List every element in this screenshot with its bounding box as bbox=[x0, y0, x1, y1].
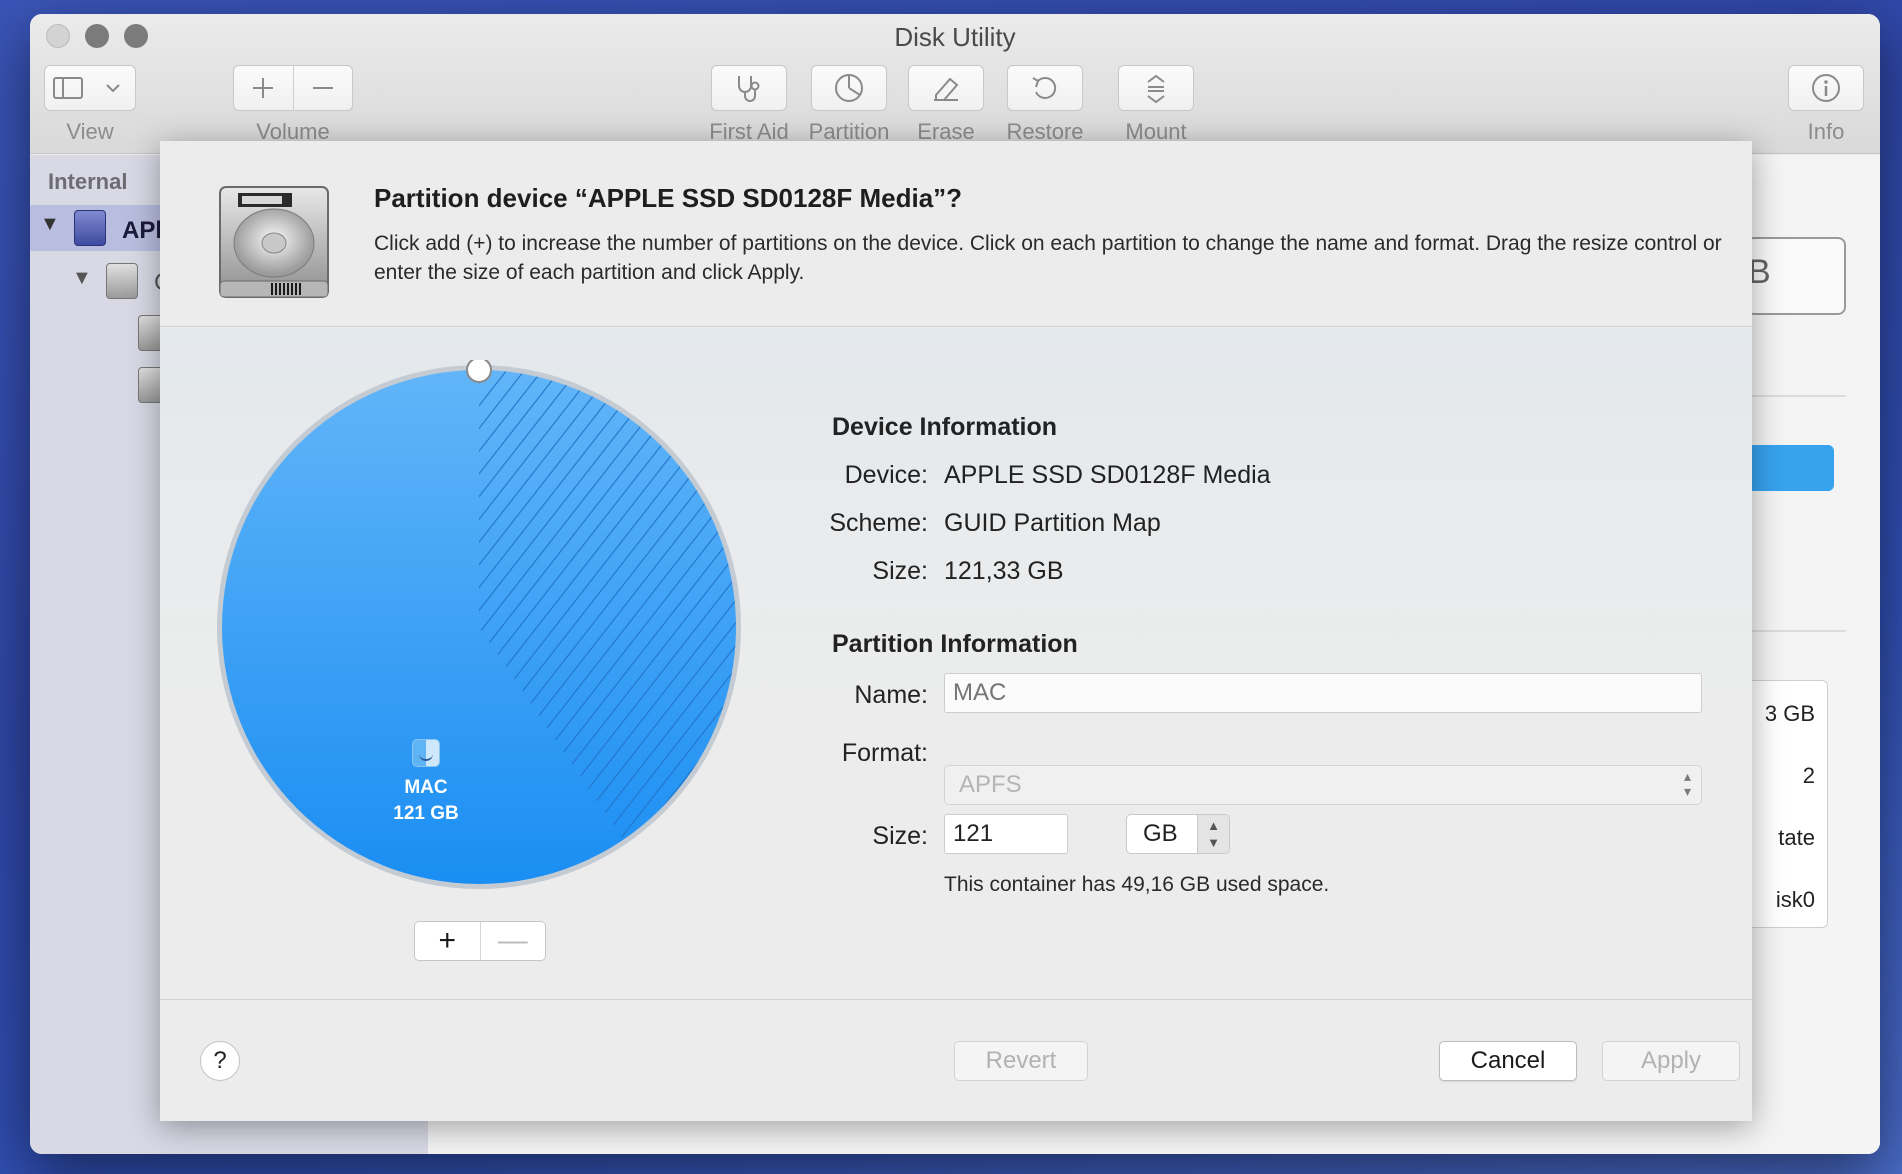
info-card-value: tate bbox=[1778, 825, 1815, 850]
scheme-value: GUID Partition Map bbox=[944, 509, 1161, 537]
device-info-heading: Device Information bbox=[832, 413, 1058, 441]
info-icon bbox=[1812, 74, 1840, 102]
container-icon bbox=[106, 263, 138, 299]
divider bbox=[1746, 395, 1846, 397]
info-button[interactable] bbox=[1788, 65, 1864, 111]
info-group: Info bbox=[1786, 65, 1866, 145]
stethoscope-icon bbox=[738, 76, 760, 102]
hard-drive-icon bbox=[219, 186, 329, 298]
view-button[interactable] bbox=[44, 65, 136, 111]
pie-partition-label: MAC 121 GB bbox=[358, 739, 494, 827]
used-space-note: This container has 49,16 GB used space. bbox=[944, 873, 1330, 896]
erase-button[interactable] bbox=[908, 65, 984, 111]
view-label: View bbox=[66, 119, 114, 144]
partition-group: Partition bbox=[794, 65, 904, 145]
sheet-header: Partition device “APPLE SSD SD0128F Medi… bbox=[160, 141, 1752, 327]
plus-icon bbox=[253, 78, 274, 98]
help-button[interactable]: ? bbox=[200, 1041, 240, 1081]
info-card-value: isk0 bbox=[1775, 887, 1815, 912]
format-select[interactable]: APFS ▴ ▾ bbox=[944, 765, 1702, 805]
resize-handle[interactable] bbox=[466, 360, 492, 383]
add-volume-button[interactable] bbox=[234, 66, 293, 110]
minus-icon bbox=[312, 87, 333, 89]
disk-utility-window: Disk Utility View Volume First Aid Parti… bbox=[30, 14, 1880, 1154]
partition-size-field[interactable]: 121 bbox=[944, 814, 1068, 854]
revert-button[interactable]: Revert bbox=[954, 1041, 1088, 1081]
device-value: APPLE SSD SD0128F Media bbox=[944, 461, 1271, 489]
size-unit-value: GB bbox=[1143, 820, 1178, 847]
partition-name-field[interactable] bbox=[944, 673, 1702, 713]
usage-bar bbox=[1746, 445, 1834, 491]
mount-icon bbox=[1147, 74, 1165, 104]
eraser-icon bbox=[934, 77, 959, 101]
remove-partition-button[interactable]: — bbox=[479, 922, 546, 960]
disclosure-triangle-icon[interactable]: ▼ bbox=[72, 267, 92, 290]
partition-add-remove: + — bbox=[414, 921, 546, 961]
apply-button[interactable]: Apply bbox=[1602, 1041, 1740, 1081]
pie-partition-name: MAC bbox=[404, 777, 448, 798]
scheme-key: Scheme: bbox=[829, 509, 928, 537]
restore-button[interactable] bbox=[1007, 65, 1083, 111]
add-partition-button[interactable]: + bbox=[415, 922, 480, 960]
format-key: Format: bbox=[841, 739, 928, 767]
partition-sheet: Partition device “APPLE SSD SD0128F Medi… bbox=[160, 141, 1752, 1121]
first-aid-group: First Aid bbox=[694, 65, 804, 145]
chevron-down-icon[interactable] bbox=[90, 66, 135, 110]
volume-buttons bbox=[233, 65, 353, 111]
info-card: 3 GB 2 tate isk0 bbox=[1746, 680, 1828, 928]
window-title: Disk Utility bbox=[894, 22, 1016, 52]
name-key: Name: bbox=[854, 681, 928, 709]
disk-icon bbox=[74, 210, 106, 246]
partition-editor: MAC 121 GB + — Device Information Device… bbox=[160, 328, 1752, 1000]
sidebar-item-label: APl bbox=[122, 217, 163, 244]
mount-button[interactable] bbox=[1118, 65, 1194, 111]
device-size-key: Size: bbox=[872, 557, 928, 585]
view-group: View bbox=[44, 65, 136, 145]
sheet-description: Click add (+) to increase the number of … bbox=[374, 232, 1722, 284]
partition-info-heading: Partition Information bbox=[832, 630, 1078, 658]
disclosure-triangle-icon[interactable]: ▼ bbox=[40, 213, 60, 236]
restore-group: Restore bbox=[990, 65, 1100, 145]
up-down-chevron-icon: ▴ ▾ bbox=[1683, 768, 1691, 799]
device-key: Device: bbox=[844, 461, 928, 489]
first-aid-button[interactable] bbox=[711, 65, 787, 111]
sidebar-section-internal: Internal bbox=[48, 169, 128, 194]
divider bbox=[1746, 630, 1846, 632]
volume-group: Volume bbox=[233, 65, 353, 145]
info-card-value: 2 bbox=[1802, 763, 1815, 788]
sheet-title: Partition device “APPLE SSD SD0128F Medi… bbox=[374, 183, 963, 213]
mount-group: Mount bbox=[1106, 65, 1206, 145]
info-card-value: 3 GB bbox=[1764, 701, 1815, 726]
erase-group: Erase bbox=[896, 65, 996, 145]
cancel-button[interactable]: Cancel bbox=[1439, 1041, 1577, 1081]
remove-volume-button[interactable] bbox=[292, 66, 353, 110]
pie-icon bbox=[835, 74, 863, 102]
device-size-value: 121,33 GB bbox=[944, 557, 1064, 585]
up-down-chevron-icon[interactable]: ▲ ▼ bbox=[1197, 815, 1229, 853]
info-label: Info bbox=[1807, 119, 1845, 144]
size-unit-stepper[interactable]: GB ▲ ▼ bbox=[1126, 814, 1230, 854]
sidebar-toggle-icon[interactable] bbox=[45, 66, 90, 110]
size-box: B bbox=[1746, 237, 1846, 315]
toolbar: Disk Utility View Volume First Aid Parti… bbox=[30, 14, 1880, 154]
size-key: Size: bbox=[872, 822, 928, 850]
pie-partition-size: 121 GB bbox=[393, 803, 459, 824]
finder-icon bbox=[412, 739, 440, 767]
undo-icon bbox=[1032, 76, 1057, 99]
format-value: APFS bbox=[959, 771, 1022, 798]
partition-button[interactable] bbox=[811, 65, 887, 111]
